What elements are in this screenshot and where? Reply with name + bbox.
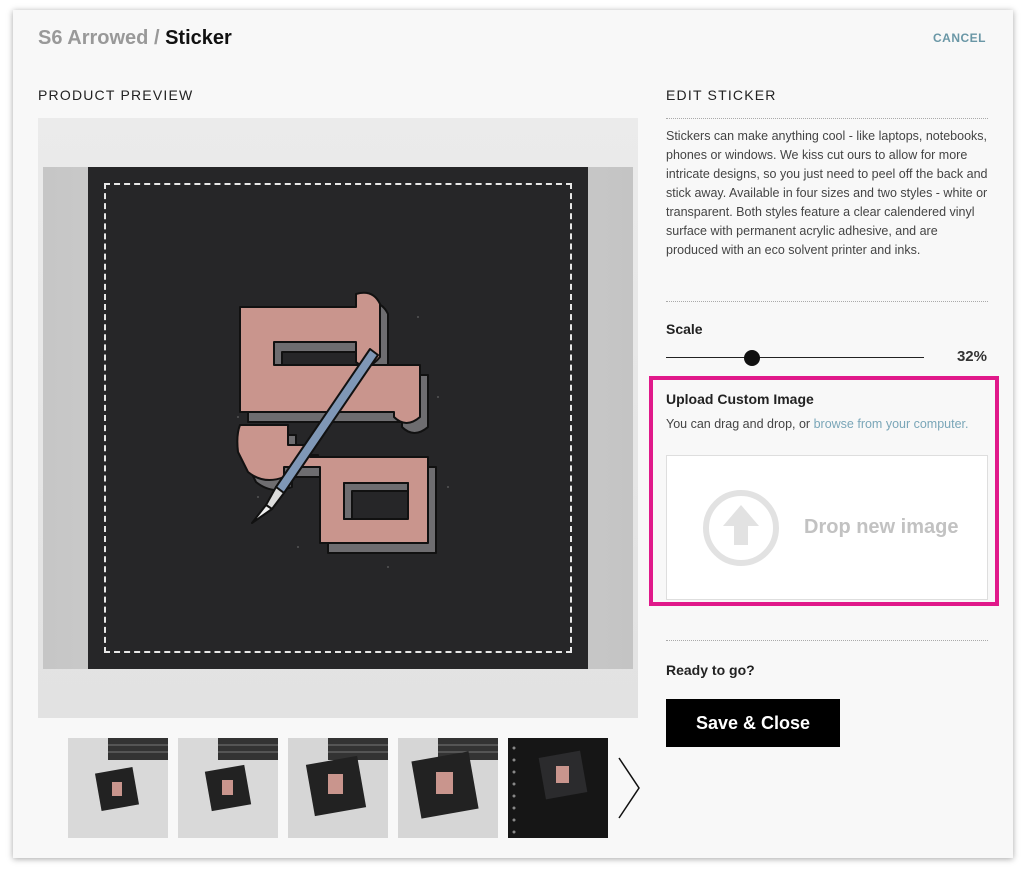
image-dropzone[interactable]: Drop new image [666, 455, 988, 600]
breadcrumb-current: Sticker [165, 27, 232, 49]
sticker-artwork [236, 291, 449, 568]
save-and-close-button[interactable]: Save & Close [666, 699, 840, 747]
divider [666, 301, 988, 302]
divider [666, 640, 988, 641]
edit-sticker-label: EDIT STICKER [666, 87, 777, 103]
upload-arrow-icon [701, 488, 781, 573]
scale-slider-handle[interactable] [744, 350, 760, 366]
upload-hint-text: You can drag and drop, or [666, 417, 814, 431]
sticker-preview [88, 167, 588, 669]
scale-label: Scale [666, 321, 703, 337]
cancel-button[interactable]: CANCEL [933, 31, 986, 45]
product-preview [38, 118, 638, 718]
breadcrumb: S6 Arrowed / Sticker [38, 26, 232, 50]
thumbnail-laptop-4[interactable] [398, 738, 498, 838]
browse-link[interactable]: browse from your computer. [814, 417, 969, 431]
upload-hint: You can drag and drop, or browse from yo… [666, 417, 969, 431]
product-description: Stickers can make anything cool - like l… [666, 129, 988, 257]
thumbnail-notebook[interactable] [508, 738, 608, 838]
sticker-editor-modal: S6 Arrowed / Sticker CANCEL PRODUCT PREV… [13, 10, 1013, 858]
ready-label: Ready to go? [666, 662, 755, 678]
thumbnail-laptop-1[interactable] [68, 738, 168, 838]
breadcrumb-parent[interactable]: S6 Arrowed / [38, 27, 160, 49]
scale-value: 32% [956, 348, 987, 365]
divider [666, 118, 988, 119]
thumbnail-laptop-3[interactable] [288, 738, 388, 838]
product-preview-label: PRODUCT PREVIEW [38, 87, 194, 103]
chevron-right-icon[interactable] [617, 756, 641, 820]
scale-slider-track[interactable] [666, 357, 924, 358]
drop-new-image-label: Drop new image [804, 516, 959, 538]
upload-title: Upload Custom Image [666, 391, 814, 407]
thumbnail-laptop-2[interactable] [178, 738, 278, 838]
